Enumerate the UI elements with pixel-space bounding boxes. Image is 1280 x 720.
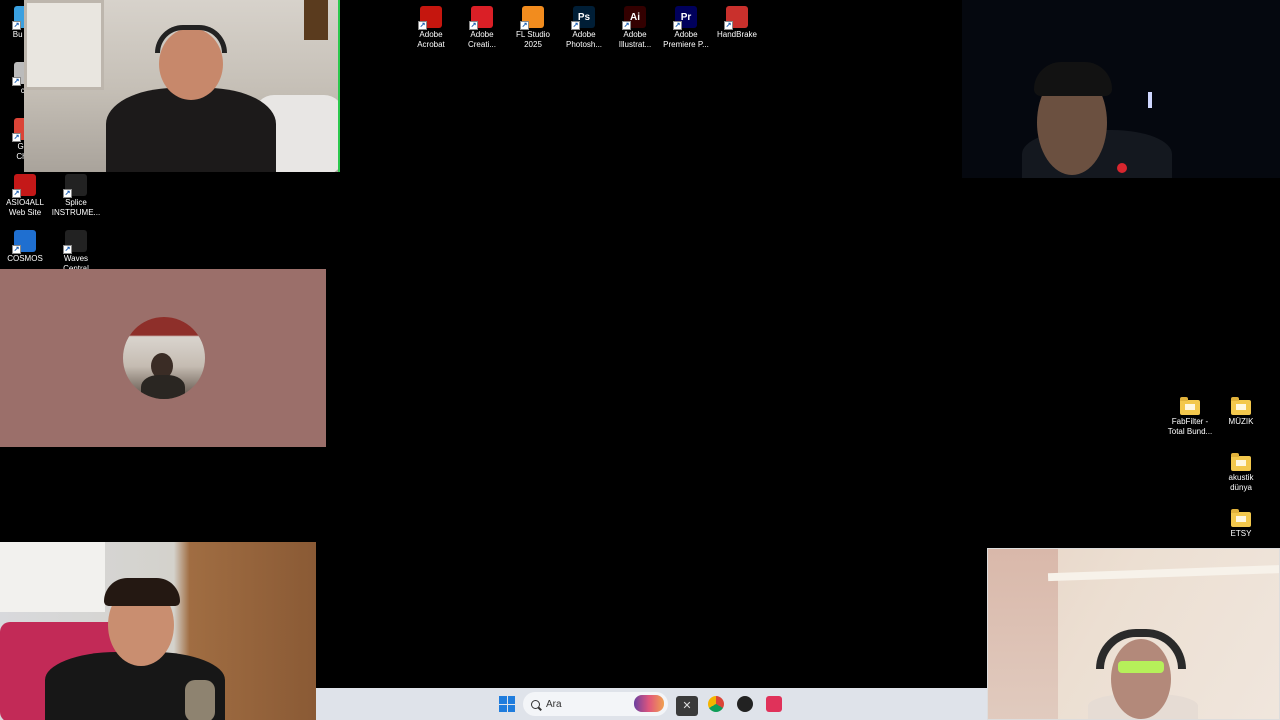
video-tile-participant-4[interactable] [0,542,316,720]
desktop-shortcut-label: COSMOS [7,254,43,263]
participant-hair [1034,62,1112,96]
desktop-shortcut-label: Adobe Creati... [467,30,496,49]
folder-icon [1231,509,1251,527]
shortcut-arrow-icon: ↗ [12,21,21,30]
desktop-shortcut-label: Adobe Acrobat [417,30,445,49]
photoshop-icon: Ps ↗ [571,6,595,30]
app-red-icon[interactable] [766,696,782,712]
shortcut-arrow-icon: ↗ [724,21,733,30]
desktop-shortcut-label: akustik dünya [1228,473,1254,492]
desktop-shortcut[interactable]: ↗ Adobe Acrobat [403,6,459,50]
desktop-shortcut[interactable]: MÜZIK [1213,396,1269,427]
microphone [185,680,215,720]
video-tile-participant-5[interactable] [987,548,1280,720]
taskbar: Ara [316,688,987,720]
folder-icon [1231,397,1251,415]
desktop-shortcut[interactable]: ↗ Adobe Creati... [454,6,510,50]
shortcut-arrow-icon: ↗ [12,189,21,198]
taskbar-search[interactable]: Ara [523,692,668,716]
desktop-shortcut[interactable]: ↗ Splice INSTRUME... [48,174,104,218]
chrome-icon[interactable] [708,696,724,712]
illustrator-icon: Ai ↗ [622,6,646,30]
folder-icon [1180,397,1200,415]
video-tile-participant-2[interactable] [962,0,1280,178]
desktop-shortcut[interactable]: Ai ↗ Adobe Illustrat... [607,6,663,50]
shortcut-arrow-icon: ↗ [571,21,580,30]
desktop-shortcut[interactable]: ↗ HandBrake [709,6,765,40]
shortcut-arrow-icon: ↗ [12,133,21,142]
desktop-shortcut-label: HandBrake [716,30,758,39]
search-placeholder: Ara [546,698,562,710]
video-tile-participant-3[interactable] [0,269,326,447]
desktop-shortcut[interactable]: FabFilter - Total Bund... [1162,396,1218,437]
desktop-shortcut[interactable]: Pr ↗ Adobe Premiere P... [658,6,714,50]
shortcut-arrow-icon: ↗ [673,21,682,30]
waves-icon: ↗ [63,230,87,254]
shortcut-arrow-icon: ↗ [622,21,631,30]
desktop-shortcut[interactable]: akustik dünya [1213,452,1269,493]
desktop-shortcut-label: ETSY [1230,529,1252,538]
participant-hair [104,578,180,606]
splice-icon: ↗ [63,174,87,198]
desktop-shortcut-label: Adobe Illustrat... [618,30,652,49]
ceiling-molding [1047,564,1279,582]
search-icon [531,699,540,709]
headset-light [1148,92,1152,108]
shortcut-arrow-icon: ↗ [12,77,21,86]
desktop-shortcut-label: Adobe Premiere P... [663,30,709,49]
participant-body [106,88,276,172]
handbrake-icon: ↗ [724,6,748,30]
cosmos-icon: ↗ [12,230,36,254]
desktop-shortcut[interactable]: ↗ FL Studio 2025 [505,6,561,50]
shortcut-arrow-icon: ↗ [63,189,72,198]
headset-led [1117,163,1127,173]
desktop-shortcut[interactable]: ETSY [1213,508,1269,539]
headset [155,25,227,53]
window-background [24,0,104,90]
desktop-shortcut[interactable]: Ps ↗ Adobe Photosh... [556,6,612,50]
shortcut-arrow-icon: ↗ [12,245,21,254]
desktop-shortcut[interactable]: ↗Waves Central [48,230,104,274]
participant-avatar [123,317,205,399]
desktop-shortcut-label: Adobe Photosh... [565,30,603,49]
fl-studio-icon: ↗ [520,6,544,30]
shortcut-arrow-icon: ↗ [469,21,478,30]
desktop-shortcut-label: ASIO4ALL Web Site [6,198,44,217]
avatar-body [141,375,185,399]
asio-icon: ↗ [12,174,36,198]
desktop-shortcut-label: Splice INSTRUME... [51,198,101,217]
wall-poster [304,0,328,40]
acrobat-icon: ↗ [418,6,442,30]
mic-muted-icon[interactable]: ✕ [676,696,698,716]
video-tile-participant-1[interactable] [24,0,340,172]
creative-cloud-icon: ↗ [469,6,493,30]
desktop-shortcut-label: MÜZIK [1228,417,1254,426]
desktop-shortcut[interactable]: ↗ COSMOS [0,230,53,264]
shortcut-arrow-icon: ↗ [520,21,529,30]
desktop-shortcut-label: FabFilter - Total Bund... [1167,417,1213,436]
window-background [0,542,105,612]
desktop-shortcut-label: FL Studio 2025 [516,30,550,49]
premiere-icon: Pr ↗ [673,6,697,30]
green-glasses [1118,661,1164,673]
desktop-shortcut[interactable]: ↗ ASIO4ALL Web Site [0,174,53,218]
shortcut-arrow-icon: ↗ [63,245,72,254]
windows-start-icon[interactable] [499,696,515,712]
obs-icon[interactable] [737,696,753,712]
shortcut-arrow-icon: ↗ [418,21,427,30]
search-highlight-icon [634,695,664,712]
folder-icon [1231,453,1251,471]
